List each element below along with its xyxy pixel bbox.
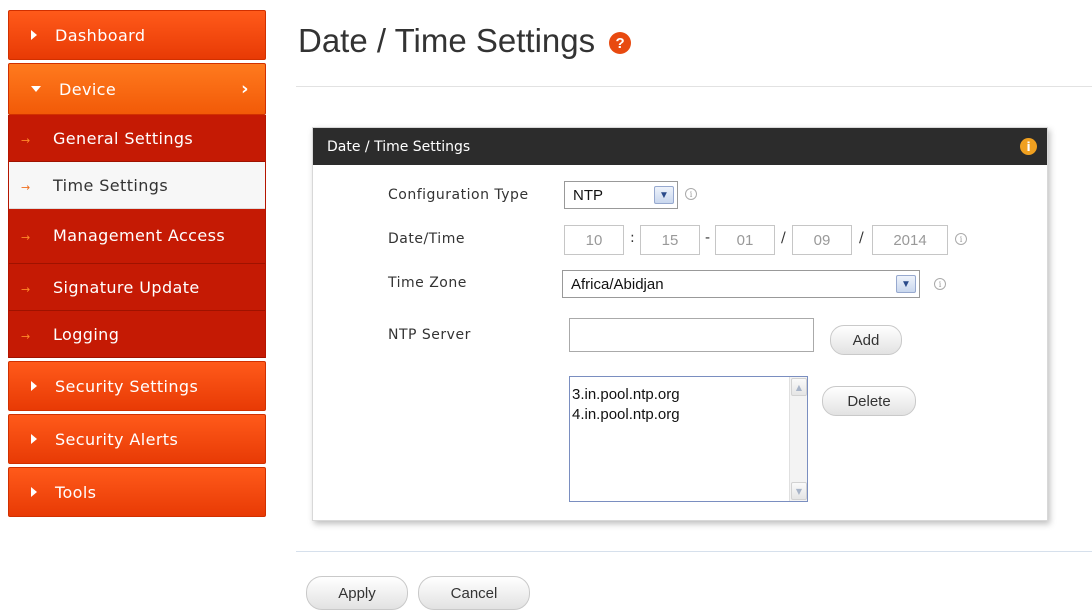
triangle-right-icon <box>31 30 37 40</box>
sidebar-item-label: Logging <box>53 325 120 344</box>
dash-separator: - <box>705 230 711 246</box>
cancel-button[interactable]: Cancel <box>418 576 530 610</box>
triangle-down-icon <box>31 86 41 92</box>
nav-item-label: Device <box>59 79 117 99</box>
timezone-label: Time Zone <box>388 275 467 291</box>
sidebar-item-label: Time Settings <box>53 176 169 195</box>
page-title-wrap: Date / Time Settings ? <box>298 22 632 60</box>
sidebar-item-signature-update[interactable]: → Signature Update <box>9 264 265 311</box>
sidebar-item-label: General Settings <box>53 129 194 148</box>
help-icon[interactable]: ? <box>609 32 632 54</box>
panel-title: Date / Time Settings <box>327 138 471 155</box>
ntp-server-list[interactable]: 3.in.pool.ntp.org 4.in.pool.ntp.org ▲ ▼ <box>569 376 808 502</box>
slash-separator: / <box>781 230 786 246</box>
chevron-right-icon: › <box>241 78 249 100</box>
timezone-select[interactable]: Africa/Abidjan ▼ <box>562 270 920 298</box>
list-item[interactable]: 4.in.pool.ntp.org <box>572 405 807 425</box>
sidebar-item-label: Management Access <box>53 226 226 245</box>
info-small-icon[interactable]: i <box>955 233 967 245</box>
info-icon[interactable]: i <box>1020 138 1037 155</box>
nav-item-tools[interactable]: Tools <box>8 467 266 517</box>
sidebar-item-general-settings[interactable]: → General Settings <box>9 115 265 162</box>
arrow-right-icon: → <box>21 231 31 244</box>
scrollbar[interactable]: ▲ ▼ <box>789 377 807 501</box>
list-item[interactable]: 3.in.pool.ntp.org <box>572 385 807 405</box>
sidebar-item-time-settings[interactable]: → Time Settings <box>9 162 265 209</box>
panel-header: Date / Time Settings i <box>313 128 1047 165</box>
ntp-server-input[interactable] <box>569 318 814 352</box>
sidebar-item-logging[interactable]: → Logging <box>9 311 265 358</box>
delete-button[interactable]: Delete <box>822 386 916 416</box>
datetime-label: Date/Time <box>388 231 465 247</box>
timezone-value: Africa/Abidjan <box>571 275 664 293</box>
sidebar-item-management-access[interactable]: → Management Access <box>9 209 265 264</box>
nav-item-device[interactable]: Device › <box>8 63 266 115</box>
nav-item-label: Dashboard <box>55 25 146 45</box>
device-submenu: → General Settings → Time Settings → Manage… <box>8 115 266 358</box>
day-input[interactable]: 01 <box>715 225 775 255</box>
sidebar-item-label: Signature Update <box>53 278 200 297</box>
divider <box>296 86 1092 87</box>
triangle-right-icon <box>31 381 37 391</box>
scroll-down-icon[interactable]: ▼ <box>791 482 807 500</box>
divider <box>296 551 1092 552</box>
year-input[interactable]: 2014 <box>872 225 948 255</box>
hour-input[interactable]: 10 <box>564 225 624 255</box>
nav-item-label: Security Settings <box>55 376 199 396</box>
chevron-down-icon: ▼ <box>654 186 674 204</box>
info-small-icon[interactable]: i <box>934 278 946 290</box>
triangle-right-icon <box>31 487 37 497</box>
arrow-right-icon: → <box>21 330 31 343</box>
config-type-select[interactable]: NTP ▼ <box>564 181 678 209</box>
time-separator: : <box>630 230 635 246</box>
ntp-server-label: NTP Server <box>388 327 471 343</box>
nav-item-dashboard[interactable]: Dashboard <box>8 10 266 60</box>
nav-item-security-settings[interactable]: Security Settings <box>8 361 266 411</box>
page-title: Date / Time Settings <box>298 22 596 59</box>
config-type-value: NTP <box>573 186 603 204</box>
nav-item-label: Tools <box>55 482 97 502</box>
scroll-up-icon[interactable]: ▲ <box>791 378 807 396</box>
sidebar: Dashboard Device › → General Settings → Ti… <box>8 10 266 520</box>
slash-separator: / <box>859 230 864 246</box>
config-type-label: Configuration Type <box>388 187 529 203</box>
add-button[interactable]: Add <box>830 325 902 355</box>
arrow-right-icon: → <box>21 134 31 147</box>
minute-input[interactable]: 15 <box>640 225 700 255</box>
chevron-down-icon: ▼ <box>896 275 916 293</box>
apply-button[interactable]: Apply <box>306 576 408 610</box>
info-small-icon[interactable]: i <box>685 188 697 200</box>
arrow-right-icon: → <box>21 181 31 194</box>
triangle-right-icon <box>31 434 37 444</box>
nav-item-label: Security Alerts <box>55 429 179 449</box>
month-input[interactable]: 09 <box>792 225 852 255</box>
nav-item-security-alerts[interactable]: Security Alerts <box>8 414 266 464</box>
arrow-right-icon: → <box>21 283 31 296</box>
